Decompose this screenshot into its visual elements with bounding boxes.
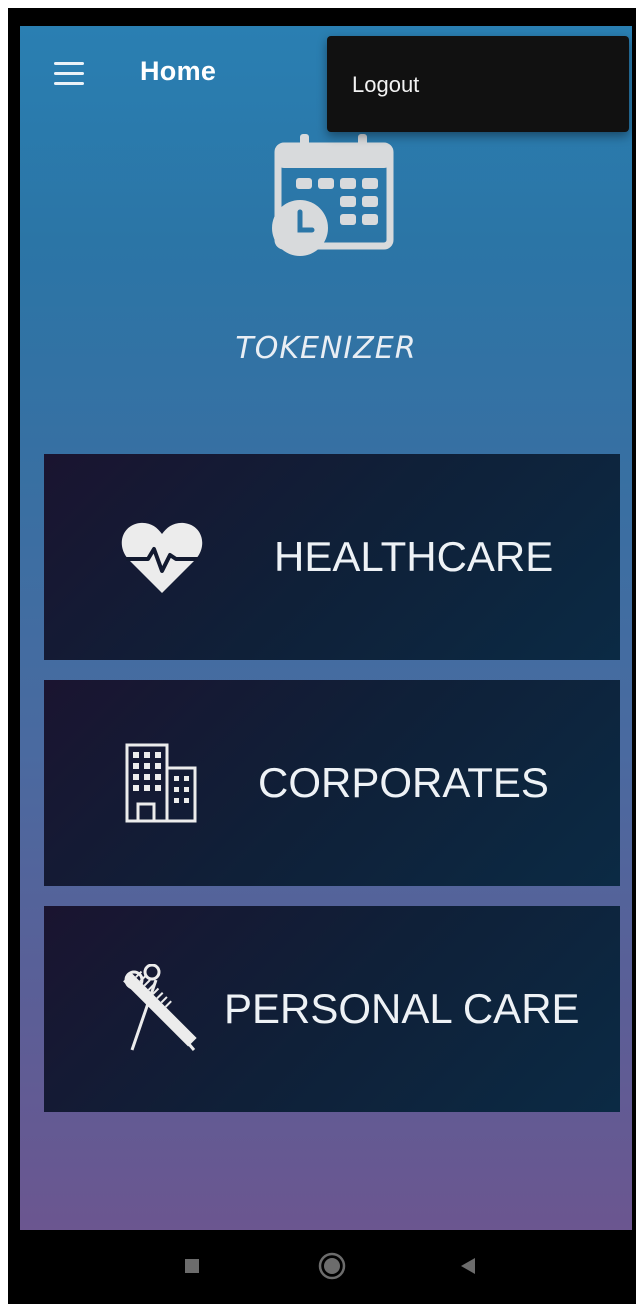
page-title: Home	[140, 56, 217, 86]
home-circle-icon[interactable]	[318, 1252, 346, 1280]
app-screen: Home TOKENIZER HEALTHCARE CORPORATES PER…	[20, 26, 632, 1230]
recents-square-icon[interactable]	[184, 1258, 200, 1274]
category-label: CORPORATES	[258, 759, 549, 806]
category-card-personal-care[interactable]: PERSONAL CARE	[44, 906, 620, 1112]
category-card-corporates[interactable]: CORPORATES	[44, 680, 620, 886]
calendar-clock-icon	[272, 134, 394, 256]
system-navigation-bar	[20, 1230, 632, 1304]
category-label: HEALTHCARE	[274, 533, 554, 580]
back-triangle-icon[interactable]	[460, 1257, 476, 1275]
office-building-icon	[125, 743, 197, 823]
hamburger-menu-icon[interactable]	[54, 62, 86, 86]
category-card-healthcare[interactable]: HEALTHCARE	[44, 454, 620, 660]
heart-pulse-icon	[121, 522, 203, 593]
category-label: PERSONAL CARE	[224, 985, 580, 1032]
logout-menu-item[interactable]: Logout	[352, 72, 419, 98]
scissors-comb-icon	[123, 964, 197, 1051]
overflow-menu-popup: Logout	[327, 36, 629, 132]
brand-name: TOKENIZER	[235, 331, 417, 366]
